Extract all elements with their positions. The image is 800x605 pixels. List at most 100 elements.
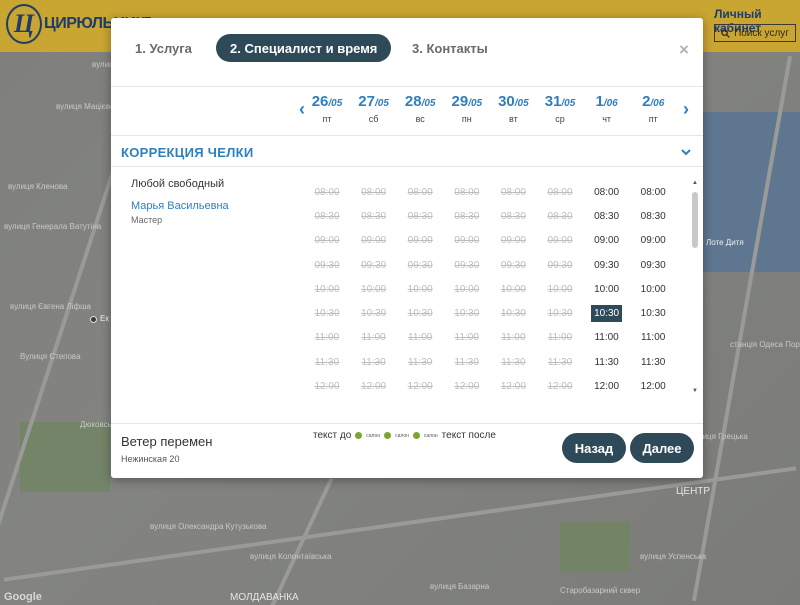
close-icon[interactable]: × [679, 40, 689, 60]
park-area [560, 522, 630, 572]
time-slot[interactable]: 11:30 [630, 350, 676, 374]
time-slot-label: 10:30 [640, 308, 666, 320]
step-contacts[interactable]: 3. Контакты [412, 34, 488, 62]
map-label: Лоте Дитя [706, 238, 744, 247]
time-slot-label: 09:30 [361, 259, 387, 271]
time-slot-label: 11:00 [361, 332, 386, 344]
time-slot[interactable]: 10:30 [630, 301, 676, 325]
time-slot-label: 10:30 [500, 308, 526, 320]
legend-dot-label: салон [366, 432, 381, 439]
next-button[interactable]: Далее [630, 433, 694, 463]
time-slot-label: 08:30 [314, 210, 340, 222]
legend-dot [384, 432, 392, 439]
park-area [20, 422, 110, 492]
time-slot-label: 09:00 [640, 235, 666, 247]
time-slot-label: 11:30 [547, 356, 573, 368]
time-slot[interactable]: 12:00 [584, 374, 630, 398]
time-slot-label: 09:30 [594, 259, 620, 271]
time-slot[interactable]: 08:30 [630, 204, 676, 228]
time-slot: 09:00 [351, 229, 397, 253]
time-slot[interactable]: 12:00 [630, 374, 676, 398]
time-slot-grid: 08:00 08:30 09:00 09:30 10:00 10:30 11:00 11:30… [307, 180, 687, 394]
time-slot-label: 10:30 [361, 308, 387, 320]
time-slot[interactable]: 10:00 [584, 277, 630, 301]
time-slot-column: 08:00 08:30 09:00 09:30 10:00 10:30 11:00 11:30… [304, 180, 350, 399]
google-attribution: Google [4, 591, 42, 603]
time-slot-label: 11:30 [501, 356, 526, 368]
time-slot-label: 08:00 [547, 186, 573, 198]
date-column-header[interactable]: 26/05 пт [304, 93, 350, 124]
time-slot[interactable]: 11:00 [584, 326, 630, 350]
time-slot[interactable]: 10:30 [584, 301, 630, 325]
time-slot-label: 09:00 [454, 235, 480, 247]
specialist-any[interactable]: Любой свободный [131, 178, 301, 190]
service-header[interactable]: КОРРЕКЦИЯ ЧЕЛКИ [111, 137, 703, 167]
time-slot[interactable]: 10:00 [630, 277, 676, 301]
logo-mark: Ц [6, 4, 42, 44]
time-slot[interactable]: 09:00 [630, 229, 676, 253]
date-column-header[interactable]: 1/06 чт [584, 93, 630, 124]
scroll-down-icon[interactable]: ▼ [691, 388, 699, 394]
time-slot-label: 10:00 [640, 283, 666, 295]
time-slot: 09:00 [537, 229, 583, 253]
time-slot[interactable]: 11:30 [584, 350, 630, 374]
map-label: вулиця Базарна [430, 582, 490, 591]
time-slot-label: 12:00 [454, 381, 480, 393]
time-slot-label: 09:00 [361, 235, 387, 247]
time-slot: 08:30 [537, 204, 583, 228]
time-slot-label: 11:30 [361, 356, 386, 368]
time-slot: 12:00 [537, 374, 583, 398]
time-slot-label: 08:00 [640, 186, 666, 198]
time-slot: 12:00 [304, 374, 350, 398]
time-slot-label: 10:30 [454, 308, 480, 320]
time-slot: 10:00 [444, 277, 490, 301]
map-pin[interactable] [90, 316, 97, 323]
time-slot: 12:00 [444, 374, 490, 398]
time-slot-label: 09:00 [314, 235, 340, 247]
date-column-header[interactable]: 28/05 вс [397, 93, 443, 124]
scroll-thumb[interactable] [692, 192, 698, 248]
scroll-up-icon[interactable]: ▲ [691, 180, 699, 186]
time-slot[interactable]: 08:00 [584, 180, 630, 204]
search-services-button[interactable]: Поиск услуг [714, 24, 796, 42]
time-slot-label: 08:30 [594, 210, 620, 222]
time-slot: 08:30 [397, 204, 443, 228]
step-specialist-time[interactable]: 2. Специалист и время [216, 34, 392, 62]
legend: текст до салон салон салон текст после [313, 430, 496, 441]
time-slot-label: 12:00 [640, 381, 666, 393]
time-slot[interactable]: 09:00 [584, 229, 630, 253]
chevron-down-icon[interactable] [681, 148, 691, 156]
specialist-name[interactable]: Марья Васильевна [131, 200, 301, 212]
date-column-header[interactable]: 2/06 пт [630, 93, 676, 124]
time-slot[interactable]: 08:00 [630, 180, 676, 204]
time-slot: 10:00 [351, 277, 397, 301]
time-slot[interactable]: 11:00 [630, 326, 676, 350]
time-grid-scrollbar[interactable]: ▲ ▼ [691, 180, 699, 394]
date-column-header[interactable]: 31/05 ср [537, 93, 583, 124]
time-slot-label: 10:30 [547, 308, 573, 320]
back-button[interactable]: Назад [562, 433, 626, 463]
map-label: станція Одеса Порт [730, 340, 800, 349]
time-slot-label: 12:00 [407, 381, 433, 393]
time-slot[interactable]: 09:30 [584, 253, 630, 277]
chevron-right-icon[interactable]: › [683, 99, 689, 120]
time-slot: 10:30 [490, 301, 536, 325]
time-slot[interactable]: 08:30 [584, 204, 630, 228]
date-month: /05 [421, 98, 436, 109]
time-slot-label: 08:00 [361, 186, 387, 198]
time-slot: 08:30 [351, 204, 397, 228]
date-column-header[interactable]: 30/05 вт [490, 93, 536, 124]
date-day: 1 [595, 93, 604, 110]
time-slot-label: 10:00 [407, 283, 433, 295]
time-slot[interactable]: 09:30 [630, 253, 676, 277]
time-slot: 09:30 [537, 253, 583, 277]
legend-dot [412, 432, 420, 439]
date-weekday: пт [648, 114, 658, 124]
step-service[interactable]: 1. Услуга [135, 34, 192, 62]
date-month: /05 [514, 98, 529, 109]
time-slot: 10:00 [304, 277, 350, 301]
time-slot-column: 08:00 08:30 09:00 09:30 10:00 10:30 11:00 11:30… [630, 180, 676, 399]
date-column-header[interactable]: 27/05 сб [351, 93, 397, 124]
date-column-header[interactable]: 29/05 пн [444, 93, 490, 124]
map-label: вулиця Олександра Кутузькова [150, 522, 267, 531]
